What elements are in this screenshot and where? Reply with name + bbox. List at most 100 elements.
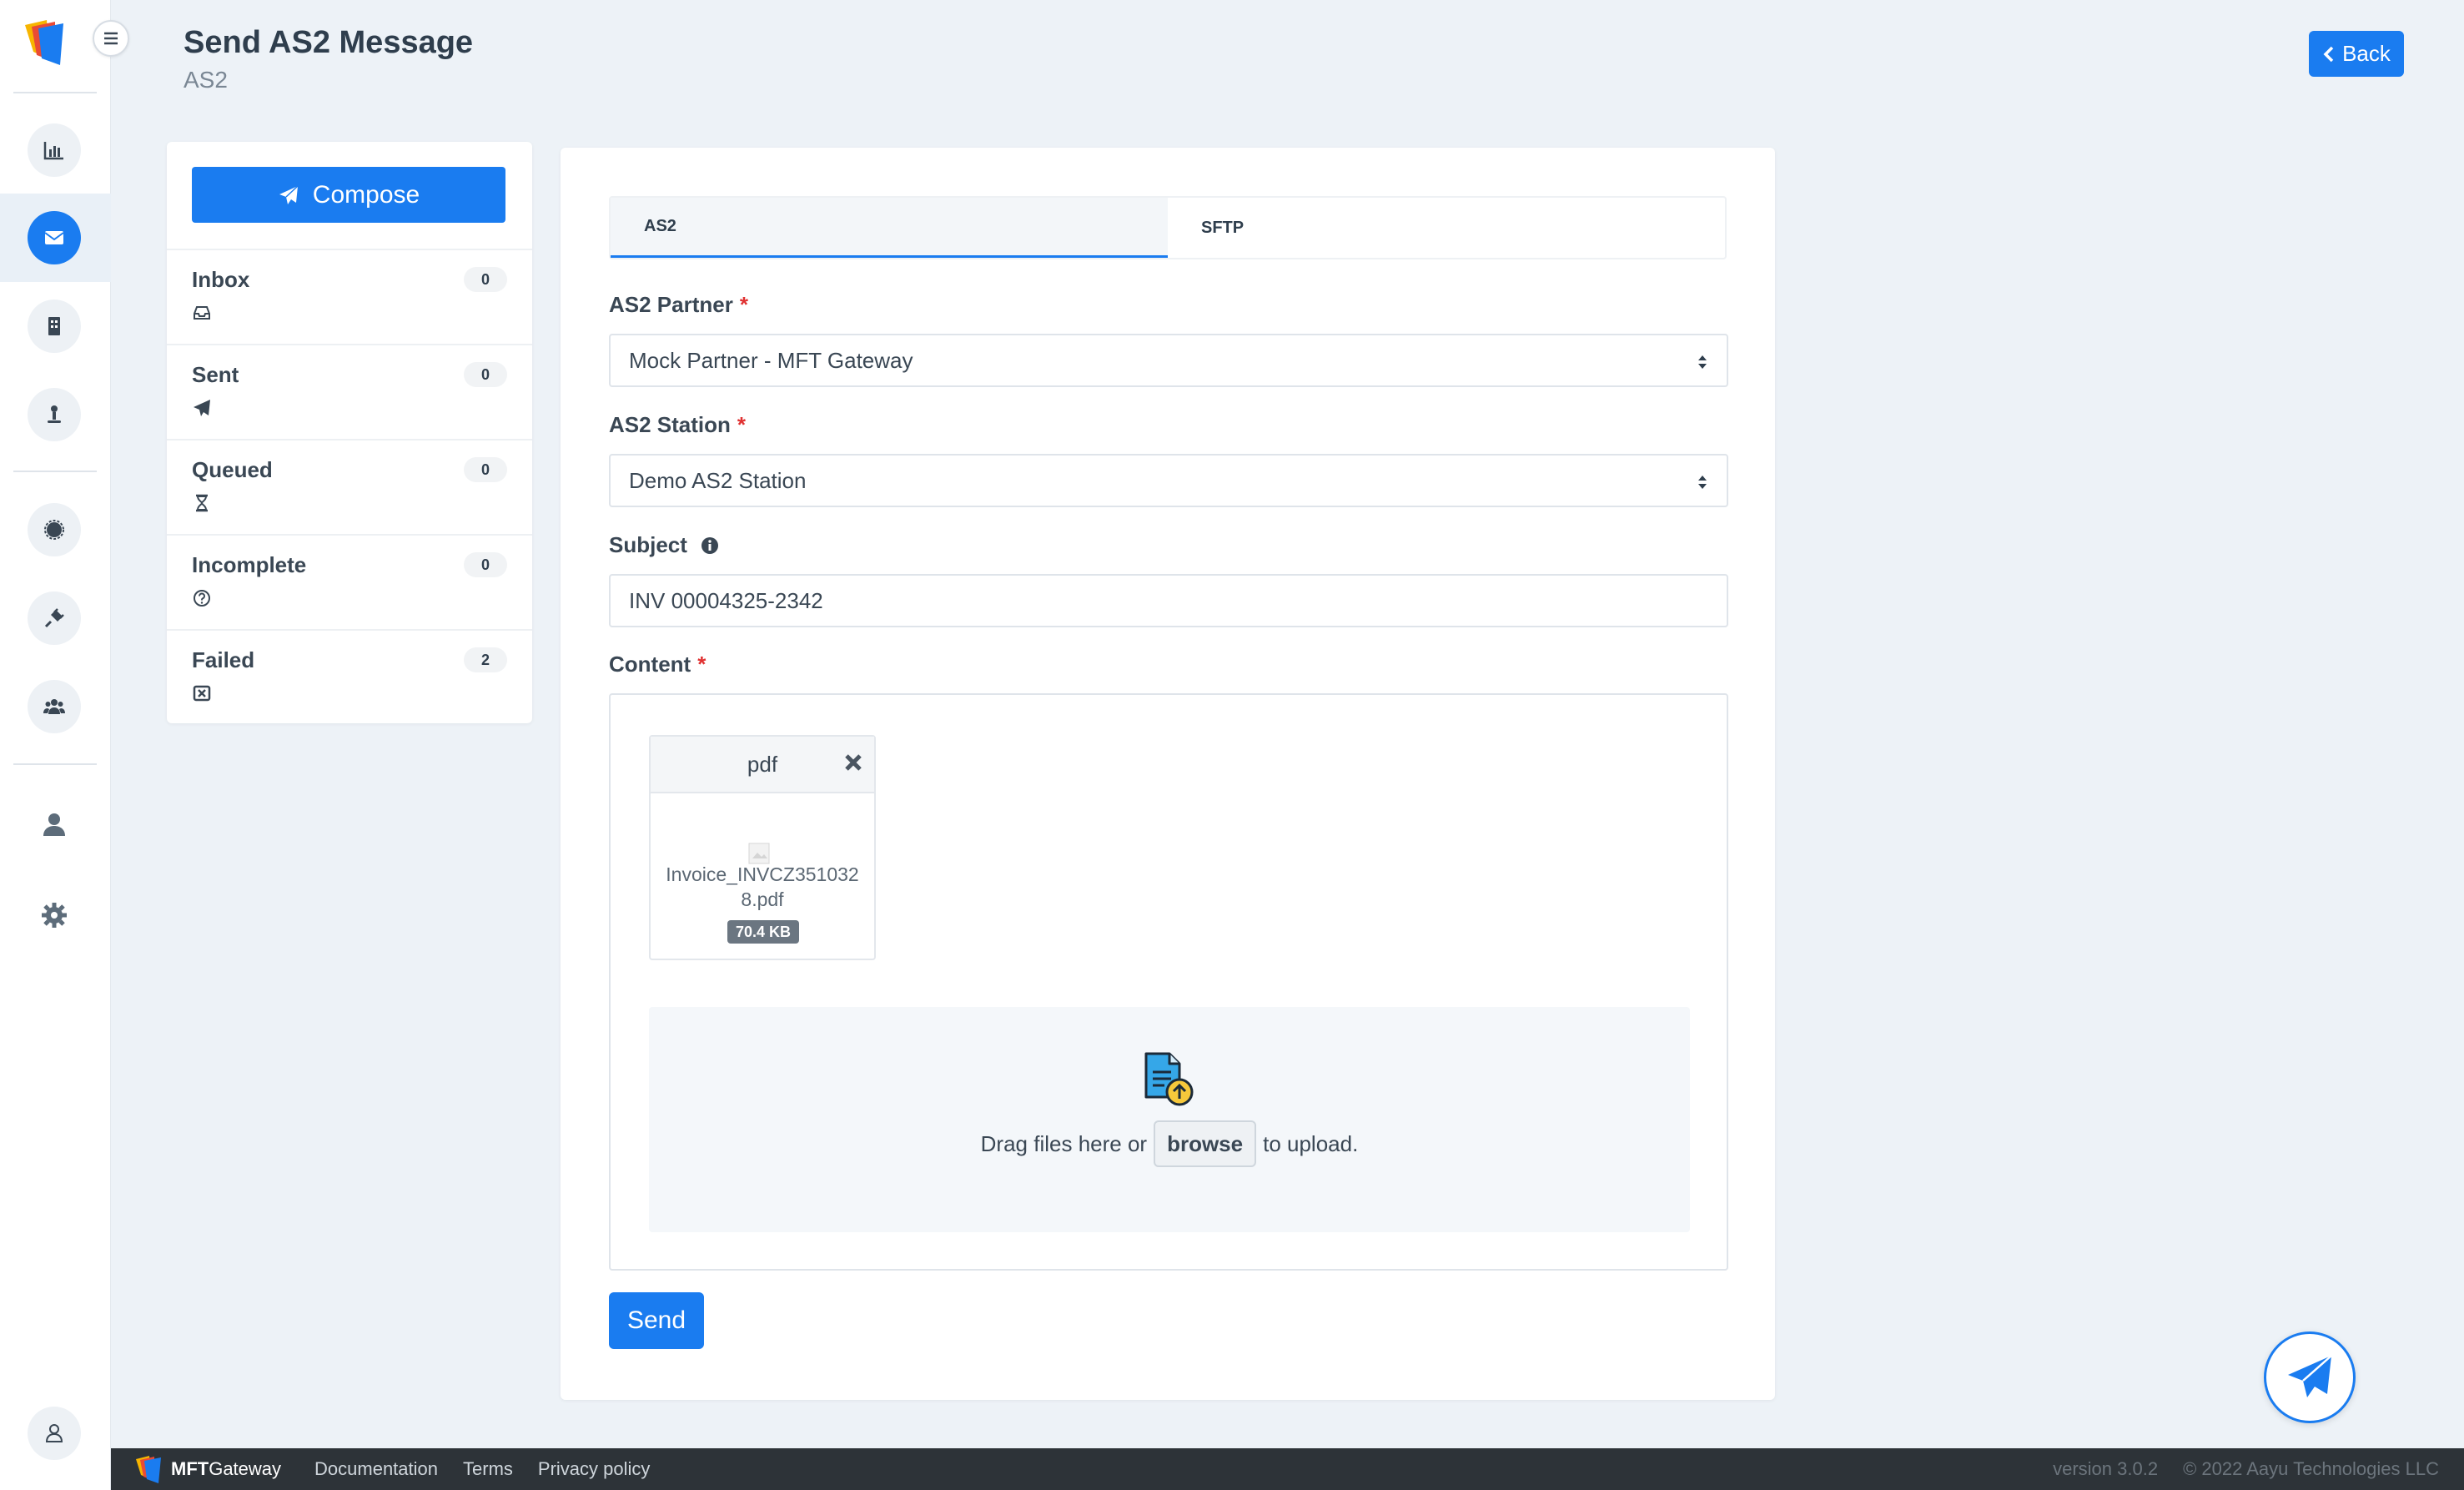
content-label-text: Content <box>609 652 691 677</box>
folder-label: Inbox <box>192 267 250 292</box>
sort-caret-icon <box>1698 476 1707 489</box>
x-square-icon <box>193 685 211 702</box>
partner-select-value: Mock Partner - MFT Gateway <box>629 347 913 373</box>
footer-link-terms[interactable]: Terms <box>463 1458 513 1480</box>
folder-failed[interactable]: Failed 2 <box>167 629 532 724</box>
partner-select[interactable]: Mock Partner - MFT Gateway <box>609 334 1728 387</box>
nav-users[interactable] <box>28 680 81 733</box>
app-logo[interactable] <box>22 18 68 67</box>
required-marker: * <box>697 652 707 677</box>
users-icon <box>43 699 65 714</box>
footer-meta: version 3.0.2 © 2022 Aayu Technologies L… <box>2053 1458 2439 1480</box>
chevron-left-icon <box>2323 46 2334 62</box>
back-button[interactable]: Back <box>2309 31 2404 77</box>
nav-settings[interactable] <box>32 893 77 938</box>
folder-incomplete[interactable]: Incomplete 0 <box>167 534 532 629</box>
paper-plane-icon <box>194 400 210 416</box>
folder-count-badge: 0 <box>464 457 507 482</box>
folder-queued[interactable]: Queued 0 <box>167 439 532 534</box>
file-upload-icon <box>1144 1052 1194 1106</box>
station-label-text: AS2 Station <box>609 412 731 437</box>
station-select[interactable]: Demo AS2 Station <box>609 454 1728 507</box>
compose-label: Compose <box>312 180 420 209</box>
user-outline-icon <box>45 1424 63 1442</box>
file-dropzone[interactable]: Drag files here or browse to upload. <box>649 1007 1690 1232</box>
nav-partners[interactable] <box>28 388 81 441</box>
folder-label: Queued <box>192 457 273 482</box>
inbox-icon <box>194 306 210 320</box>
station-select-value: Demo AS2 Station <box>629 467 807 493</box>
footer-brand-name: MFTGateway <box>171 1458 281 1480</box>
folder-sent[interactable]: Sent 0 <box>167 344 532 439</box>
footer-brand[interactable]: MFTGateway <box>134 1454 281 1484</box>
tab-as2[interactable]: AS2 <box>611 198 1168 258</box>
bar-chart-icon <box>43 142 63 160</box>
paper-plane-icon <box>279 184 299 204</box>
footer-link-documentation[interactable]: Documentation <box>314 1458 438 1480</box>
footer-link-privacy[interactable]: Privacy policy <box>538 1458 650 1480</box>
file-type-label: pdf <box>747 751 778 777</box>
close-icon[interactable] <box>842 752 864 773</box>
nav-profile[interactable] <box>32 802 77 847</box>
protocol-tabs: AS2 SFTP <box>609 196 1727 259</box>
page-title: Send AS2 Message <box>184 25 474 60</box>
dropzone-text: Drag files here or browse to upload. <box>649 1120 1690 1167</box>
info-icon[interactable] <box>701 536 719 555</box>
menu-toggle-button[interactable] <box>93 20 129 57</box>
nav-certificates[interactable] <box>28 503 81 556</box>
page-subtitle: AS2 <box>184 67 228 93</box>
required-marker: * <box>737 412 747 437</box>
content-label: Content * <box>609 652 706 677</box>
rail-divider <box>13 471 97 472</box>
plug-icon <box>44 608 64 628</box>
tab-sftp[interactable]: SFTP <box>1168 198 1725 258</box>
nav-rail <box>0 0 111 1490</box>
brand-rest: Gateway <box>209 1458 282 1479</box>
paper-plane-icon <box>2288 1355 2332 1397</box>
folder-inbox[interactable]: Inbox 0 <box>167 249 532 344</box>
folder-count-badge: 0 <box>464 552 507 577</box>
folder-panel: Compose Inbox 0 Sent 0 Queued 0 Incomple… <box>167 142 532 723</box>
person-pin-icon <box>48 405 61 423</box>
station-label: AS2 Station * <box>609 412 746 438</box>
nav-stations[interactable] <box>28 300 81 353</box>
question-circle-icon <box>194 590 210 607</box>
nav-account[interactable] <box>28 1407 81 1460</box>
nav-dashboard[interactable] <box>28 123 81 177</box>
folder-count-badge: 2 <box>464 647 507 672</box>
content-upload-area: pdf Invoice_INVCZ3510328.pdf 70.4 KB Dra… <box>609 693 1728 1271</box>
file-name: Invoice_INVCZ3510328.pdf <box>666 863 859 910</box>
file-type-header: pdf <box>651 737 874 793</box>
app-logo <box>136 1456 161 1483</box>
quick-send-button[interactable] <box>2264 1331 2356 1423</box>
partner-label-text: AS2 Partner <box>609 292 733 317</box>
sort-caret-icon <box>1698 355 1707 369</box>
hamburger-icon <box>104 32 118 45</box>
gear-icon <box>42 903 67 928</box>
nav-messages[interactable] <box>28 211 81 264</box>
rail-divider <box>13 763 97 765</box>
subject-label: Subject <box>609 532 719 558</box>
envelope-icon <box>44 231 64 244</box>
compose-button[interactable]: Compose <box>192 167 505 223</box>
folder-count-badge: 0 <box>464 267 507 292</box>
dropzone-text-before: Drag files here or <box>980 1130 1148 1156</box>
rail-divider <box>13 92 97 93</box>
folder-label: Incomplete <box>192 552 307 577</box>
send-button[interactable]: Send <box>609 1292 704 1349</box>
attached-file-card: pdf Invoice_INVCZ3510328.pdf 70.4 KB <box>649 735 876 960</box>
building-icon <box>48 317 60 335</box>
required-marker: * <box>739 292 748 317</box>
browse-button[interactable]: browse <box>1154 1120 1257 1167</box>
folder-count-badge: 0 <box>464 362 507 387</box>
nav-integrations[interactable] <box>28 591 81 645</box>
folder-label: Sent <box>192 362 239 387</box>
badge-icon <box>44 520 64 540</box>
subject-label-text: Subject <box>609 532 687 557</box>
file-size-badge: 70.4 KB <box>727 920 799 944</box>
partner-label: AS2 Partner * <box>609 292 748 318</box>
footer: MFTGateway Documentation Terms Privacy p… <box>111 1448 2464 1490</box>
back-button-label: Back <box>2342 41 2391 66</box>
copyright-text: © 2022 Aayu Technologies LLC <box>2183 1458 2439 1479</box>
subject-input[interactable]: INV 00004325-2342 <box>609 574 1728 627</box>
